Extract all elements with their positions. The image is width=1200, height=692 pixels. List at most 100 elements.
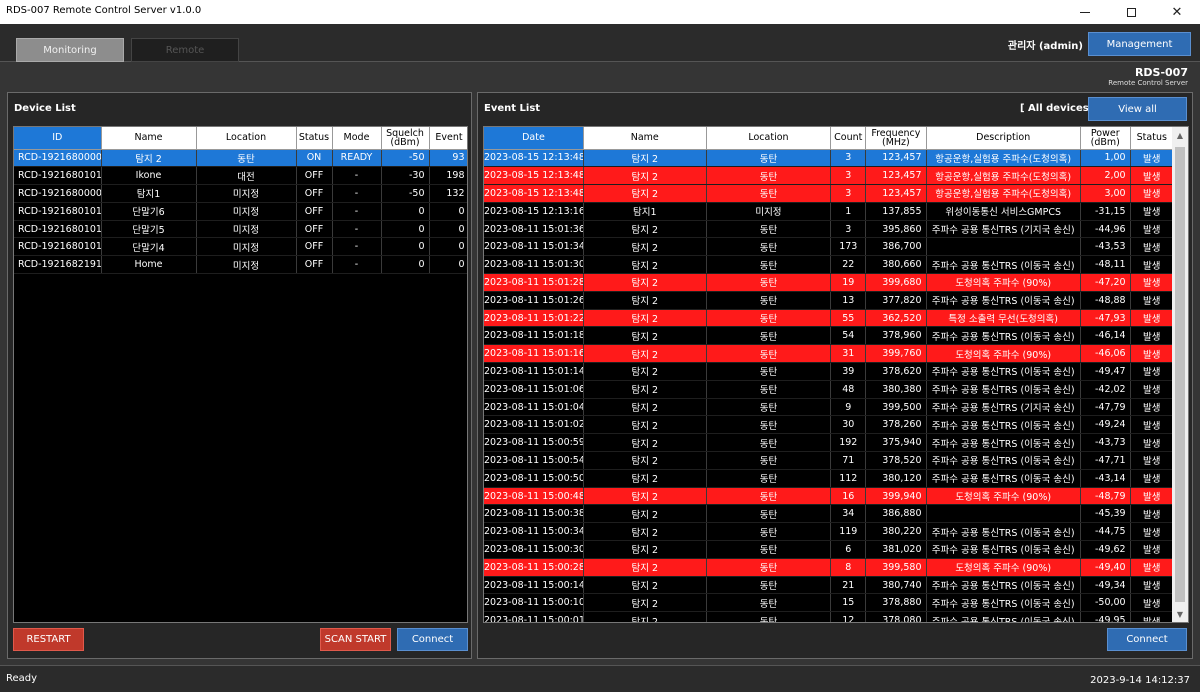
event-cell: 55 — [830, 309, 867, 328]
scan-start-button[interactable]: SCAN START — [320, 628, 391, 651]
event-cell: 3 — [830, 166, 867, 186]
event-row[interactable]: 2023-08-11 15:01:04 탐지 2 동탄 9 399,500 주파수 공용 … — [484, 398, 1175, 417]
event-scrollbar[interactable]: ▲ ▼ — [1172, 127, 1188, 622]
event-cell: 동탄 — [706, 344, 832, 364]
event-column-header[interactable]: Frequency (MHz) — [865, 127, 927, 150]
event-row[interactable]: 2023-08-11 15:01:18 탐지 2 동탄 54 378,960 주파수 공용… — [484, 326, 1175, 346]
device-row[interactable]: RCD-192168000002탐지 2동탄ONREADY-5093 — [14, 149, 467, 168]
event-row[interactable]: 2023-08-15 12:13:48 탐지 2 동탄 3 123,457 항공운항,실험… — [484, 184, 1175, 203]
tab-remote[interactable]: Remote — [131, 38, 239, 62]
event-row[interactable]: 2023-08-11 15:01:14 탐지 2 동탄 39 378,620 주파수 공용… — [484, 362, 1175, 381]
device-connect-button[interactable]: Connect — [397, 628, 468, 651]
event-row[interactable]: 2023-08-11 15:01:22 탐지 2 동탄 55 362,520 특정 소출력… — [484, 309, 1175, 328]
event-row[interactable]: 2023-08-11 15:00:14 탐지 2 동탄 21 380,740 주파수 공용… — [484, 576, 1175, 595]
event-cell: 1 — [830, 202, 867, 221]
event-row[interactable]: 2023-08-11 15:01:30 탐지 2 동탄 22 380,660 주파수 공용… — [484, 255, 1175, 275]
device-row[interactable]: RCD-192168010107단말기6미지정OFF-00 — [14, 202, 467, 221]
event-column-header[interactable]: Description — [926, 127, 1081, 150]
device-cell: 단말기5 — [101, 220, 197, 239]
management-button[interactable]: Management — [1088, 32, 1191, 56]
event-cell: 386,700 — [865, 237, 927, 257]
event-connect-button[interactable]: Connect — [1107, 628, 1187, 651]
event-column-header[interactable]: Count — [830, 127, 867, 150]
event-column-header[interactable]: Name — [583, 127, 707, 150]
event-cell: 주파수 공용 통신TRS (이동국 송신) — [926, 593, 1081, 613]
event-row[interactable]: 2023-08-11 15:00:30 탐지 2 동탄 6 381,020 주파수 공용 … — [484, 540, 1175, 559]
event-row[interactable]: 2023-08-11 15:00:38 탐지 2 동탄 34 386,880 -45,39… — [484, 504, 1175, 524]
event-row[interactable]: 2023-08-11 15:00:50 탐지 2 동탄 112 380,120 주파수 공… — [484, 469, 1175, 488]
event-cell: 도청의혹 주파수 (90%) — [926, 558, 1081, 577]
event-cell: 동탄 — [706, 469, 832, 488]
device-row[interactable]: RCD-192168010106단말기5미지정OFF-00 — [14, 220, 467, 239]
device-column-header[interactable]: Name — [101, 127, 197, 150]
device-column-header[interactable]: Mode — [332, 127, 382, 150]
view-all-button[interactable]: View all — [1088, 97, 1187, 121]
device-cell: 동탄 — [196, 149, 297, 168]
minimize-button[interactable] — [1062, 0, 1108, 24]
event-column-header[interactable]: Status — [1130, 127, 1175, 150]
device-grid[interactable]: ID Name Location Status Mode Squelch (dBm) Eve… — [13, 126, 468, 623]
device-row[interactable]: RCD-192168219166Home미지정OFF-00 — [14, 255, 467, 275]
device-column-header[interactable]: Event — [429, 127, 467, 150]
event-column-header[interactable]: Location — [706, 127, 832, 150]
event-cell: 주파수 공용 통신TRS (이동국 송신) — [926, 380, 1081, 399]
device-cell: 미지정 — [196, 255, 297, 275]
event-row[interactable]: 2023-08-11 15:01:36 탐지 2 동탄 3 395,860 주파수 공용 … — [484, 220, 1175, 239]
event-cell: 주파수 공용 통신TRS (이동국 송신) — [926, 469, 1081, 488]
event-cell: -43,73 — [1080, 433, 1131, 453]
device-cell: 미지정 — [196, 184, 297, 203]
event-cell: 항공운항,실험용 주파수(도청의혹) — [926, 184, 1081, 203]
scroll-thumb[interactable] — [1175, 147, 1185, 602]
device-panel-title: Device List — [14, 103, 76, 114]
event-row[interactable]: 2023-08-15 12:13:48 탐지 2 동탄 3 123,457 항공운항,실험… — [484, 149, 1175, 168]
event-cell: 380,120 — [865, 469, 927, 488]
event-cell: 31 — [830, 344, 867, 364]
event-row[interactable]: 2023-08-15 12:13:48 탐지 2 동탄 3 123,457 항공운항,실험… — [484, 166, 1175, 186]
device-panel: Device List ID Name Location Status Mode Sque… — [7, 92, 472, 659]
device-row[interactable]: RCD-192168010105단말기4미지정OFF-00 — [14, 237, 467, 257]
event-row[interactable]: 2023-08-11 15:00:48 탐지 2 동탄 16 399,940 도청의혹 주… — [484, 487, 1175, 506]
event-row[interactable]: 2023-08-11 15:01:26 탐지 2 동탄 13 377,820 주파수 공용… — [484, 291, 1175, 310]
device-cell: 미지정 — [196, 220, 297, 239]
event-cell: 발생 — [1130, 522, 1175, 542]
event-row[interactable]: 2023-08-11 15:01:02 탐지 2 동탄 30 378,260 주파수 공용… — [484, 415, 1175, 435]
event-row[interactable]: 2023-08-11 15:00:34 탐지 2 동탄 119 380,220 주파수 공… — [484, 522, 1175, 542]
device-column-header[interactable]: Status — [296, 127, 333, 150]
event-cell: 탐지 2 — [583, 326, 707, 346]
event-cell: -45,39 — [1080, 504, 1131, 524]
event-row[interactable]: 2023-08-11 15:00:28 탐지 2 동탄 8 399,580 도청의혹 주파… — [484, 558, 1175, 577]
event-row[interactable]: 2023-08-15 12:13:16 탐지1 미지정 1 137,855 위성이동통신 … — [484, 202, 1175, 221]
event-row[interactable]: 2023-08-11 15:00:54 탐지 2 동탄 71 378,520 주파수 공용… — [484, 451, 1175, 470]
event-cell: 2023-08-11 15:00:14 — [484, 576, 584, 595]
close-button[interactable]: ✕ — [1154, 0, 1200, 24]
device-row[interactable]: RCD-192168000015탐지1미지정OFF--50132 — [14, 184, 467, 203]
event-cell: -48,79 — [1080, 487, 1131, 506]
device-column-header[interactable]: Location — [196, 127, 297, 150]
event-row[interactable]: 2023-08-11 15:00:01 탐지 2 동탄 12 378,080 주파수 공용… — [484, 611, 1175, 622]
device-column-header[interactable]: Squelch (dBm) — [381, 127, 430, 150]
event-row[interactable]: 2023-08-11 15:00:10 탐지 2 동탄 15 378,880 주파수 공용… — [484, 593, 1175, 613]
device-column-header[interactable]: ID — [14, 127, 102, 150]
event-row[interactable]: 2023-08-11 15:00:59 탐지 2 동탄 192 375,940 주파수 공… — [484, 433, 1175, 453]
device-cell: - — [332, 202, 382, 221]
event-cell: -50,00 — [1080, 593, 1131, 613]
device-row[interactable]: RCD-192168010122Ikone대전OFF--30198 — [14, 166, 467, 186]
event-cell: 123,457 — [865, 166, 927, 186]
event-row[interactable]: 2023-08-11 15:01:16 탐지 2 동탄 31 399,760 도청의혹 주… — [484, 344, 1175, 364]
event-column-header[interactable]: Power (dBm) — [1080, 127, 1131, 150]
event-cell: 발생 — [1130, 184, 1175, 203]
event-row[interactable]: 2023-08-11 15:01:34 탐지 2 동탄 173 386,700 -43,5… — [484, 237, 1175, 257]
event-row[interactable]: 2023-08-11 15:01:06 탐지 2 동탄 48 380,380 주파수 공용… — [484, 380, 1175, 399]
maximize-button[interactable] — [1108, 0, 1154, 24]
event-cell: 399,680 — [865, 273, 927, 292]
event-cell: 발생 — [1130, 380, 1175, 399]
restart-button[interactable]: RESTART — [13, 628, 84, 651]
device-cell: 탐지1 — [101, 184, 197, 203]
event-cell: 탐지 2 — [583, 149, 707, 168]
event-column-header[interactable]: Date — [484, 127, 584, 150]
tab-monitoring[interactable]: Monitoring — [16, 38, 124, 62]
event-grid[interactable]: Date Name Location Count Frequency (MHz) Desc… — [483, 126, 1189, 623]
scroll-down-icon[interactable]: ▼ — [1172, 606, 1188, 622]
scroll-up-icon[interactable]: ▲ — [1172, 127, 1188, 143]
event-row[interactable]: 2023-08-11 15:01:28 탐지 2 동탄 19 399,680 도청의혹 주… — [484, 273, 1175, 292]
